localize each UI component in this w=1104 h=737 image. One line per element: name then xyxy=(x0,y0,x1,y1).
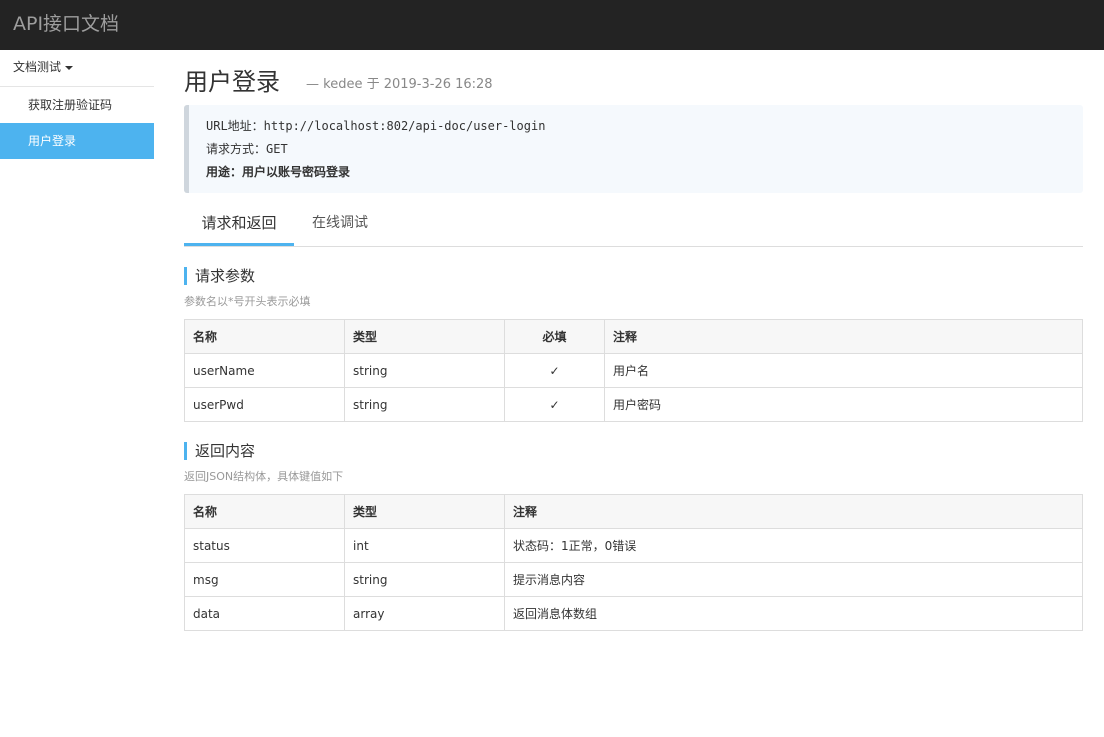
table-row: msg string 提示消息内容 xyxy=(184,562,1083,597)
table-header-row: 名称 类型 注释 xyxy=(184,494,1083,529)
method-line: 请求方式：GET xyxy=(206,142,288,156)
param-type: string xyxy=(344,387,505,422)
tab-bar: 请求和返回 在线调试 xyxy=(184,205,1083,247)
tab-request-response[interactable]: 请求和返回 xyxy=(184,205,294,246)
url-line: URL地址：http://localhost:802/api-doc/user-… xyxy=(206,119,546,133)
sidebar: 文档测试 获取注册验证码 用户登录 xyxy=(0,50,154,737)
param-type: string xyxy=(344,353,505,388)
field-type: string xyxy=(344,562,505,597)
response-fields-table: 名称 类型 注释 status int 状态码：1正常，0错误 msg stri… xyxy=(184,494,1083,631)
caret-down-icon xyxy=(65,65,74,70)
column-header: 名称 xyxy=(184,319,345,354)
sidebar-item-register-code[interactable]: 获取注册验证码 xyxy=(0,87,154,123)
field-type: int xyxy=(344,528,505,563)
page-title: 用户登录 xyxy=(184,68,280,96)
table-row: userName string ✓ 用户名 xyxy=(184,353,1083,388)
param-name: userPwd xyxy=(184,387,345,422)
tab-online-debug[interactable]: 在线调试 xyxy=(294,205,386,246)
field-note: 提示消息内容 xyxy=(504,562,1083,597)
column-header: 类型 xyxy=(344,494,505,529)
column-header: 注释 xyxy=(604,319,1083,354)
column-header: 必填 xyxy=(504,319,605,354)
table-header-row: 名称 类型 必填 注释 xyxy=(184,319,1083,354)
brand-title[interactable]: API接口文档 xyxy=(13,11,119,37)
table-row: userPwd string ✓ 用户密码 xyxy=(184,387,1083,422)
purpose-line: 用途：用户以账号密码登录 xyxy=(206,165,351,179)
response-section-title: 返回内容 xyxy=(184,442,255,460)
request-params-table: 名称 类型 必填 注释 userName string ✓ 用户名 userPw… xyxy=(184,319,1083,422)
request-section-subtitle: 参数名以*号开头表示必填 xyxy=(184,295,311,308)
api-info-box: URL地址：http://localhost:802/api-doc/user-… xyxy=(184,105,1083,193)
field-name: data xyxy=(184,596,345,631)
table-row: status int 状态码：1正常，0错误 xyxy=(184,528,1083,563)
column-header: 名称 xyxy=(184,494,345,529)
field-name: status xyxy=(184,528,345,563)
sidebar-group-toggle[interactable]: 文档测试 xyxy=(0,50,154,87)
sidebar-group-label: 文档测试 xyxy=(13,60,62,74)
param-note: 用户密码 xyxy=(604,387,1083,422)
check-icon: ✓ xyxy=(504,387,605,422)
author-meta: — kedee 于 2019-3-26 16:28 xyxy=(306,77,493,92)
param-name: userName xyxy=(184,353,345,388)
top-navbar: API接口文档 xyxy=(0,0,1104,50)
sidebar-item-user-login[interactable]: 用户登录 xyxy=(0,123,154,159)
field-note: 状态码：1正常，0错误 xyxy=(504,528,1083,563)
column-header: 注释 xyxy=(504,494,1083,529)
main-content: 用户登录 — kedee 于 2019-3-26 16:28 URL地址：htt… xyxy=(184,50,1083,631)
column-header: 类型 xyxy=(344,319,505,354)
response-section-subtitle: 返回JSON结构体，具体键值如下 xyxy=(184,470,344,483)
field-name: msg xyxy=(184,562,345,597)
check-icon: ✓ xyxy=(504,353,605,388)
title-row: 用户登录 — kedee 于 2019-3-26 16:28 xyxy=(184,50,1083,106)
table-row: data array 返回消息体数组 xyxy=(184,596,1083,631)
request-section-title: 请求参数 xyxy=(184,267,255,285)
field-note: 返回消息体数组 xyxy=(504,596,1083,631)
field-type: array xyxy=(344,596,505,631)
param-note: 用户名 xyxy=(604,353,1083,388)
